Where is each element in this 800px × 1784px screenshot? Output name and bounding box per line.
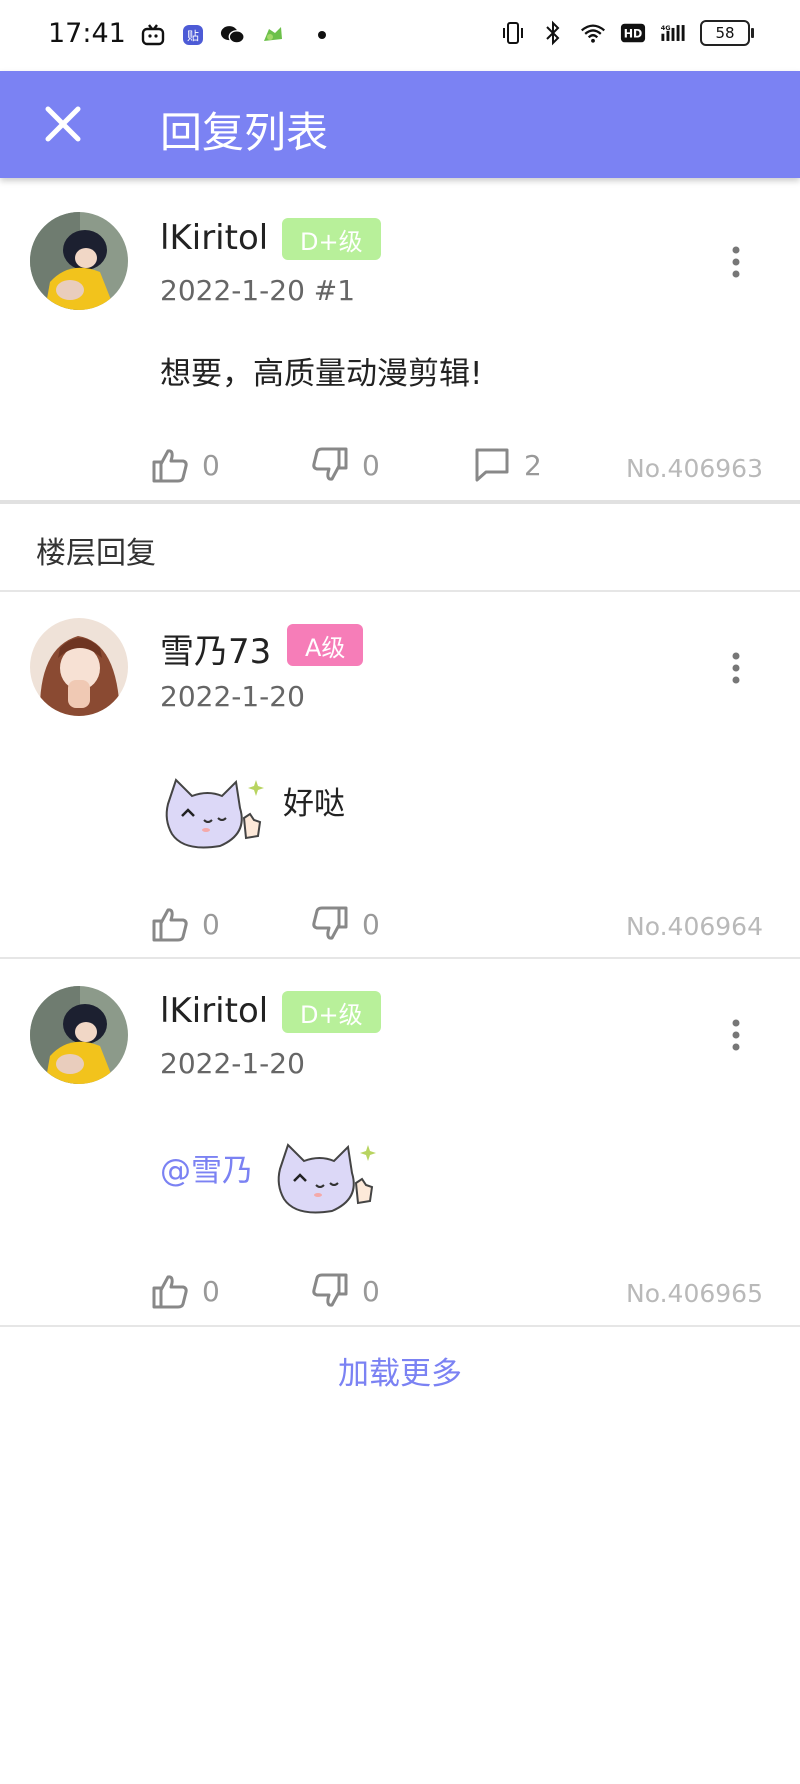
status-icons-right: HD 4G 58 [500,20,754,46]
dislike-count: 0 [362,907,380,941]
wifi-icon [580,20,606,46]
username[interactable]: 雪乃73 [160,624,271,673]
divider [0,1325,800,1327]
thumbs-down-icon [312,906,348,940]
comment-icon [475,448,509,482]
post-content: 想要，高质量动漫剪辑! [160,356,483,392]
tv-app-icon [140,22,166,48]
more-vertical-icon [732,652,740,684]
close-icon [45,106,81,142]
bluetooth-icon [540,20,566,46]
signal-4g-icon: 4G [660,20,686,46]
username[interactable]: lKiritol [160,991,268,1031]
post-number: No.406963 [626,454,763,483]
dislike-count: 0 [362,448,380,482]
battery-icon: 58 [700,20,754,46]
more-options-button[interactable] [720,648,752,688]
close-button[interactable] [40,101,86,147]
load-more-button[interactable]: 加载更多 [0,1348,800,1393]
more-vertical-icon [732,246,740,278]
status-time: 17:41 [48,18,126,49]
svg-text:贴: 贴 [187,29,199,43]
game-icon [260,22,286,48]
notification-dot [318,31,326,39]
like-count: 0 [202,448,220,482]
more-options-button[interactable] [720,1015,752,1055]
post-meta: 2022-1-20 [160,680,305,713]
post-meta: 2022-1-20 [160,1047,305,1080]
avatar[interactable] [30,986,128,1084]
username[interactable]: lKiritol [160,218,268,258]
dislike-button[interactable]: 0 [310,904,380,944]
level-badge: D+级 [282,991,381,1033]
reply-item: 雪乃73 A级 2022-1-20 好哒 0 0 No.406964 [0,592,800,956]
main-post: lKiritol D+级 2022-1-20 #1 想要，高质量动漫剪辑! 0 … [0,180,800,500]
dislike-button[interactable]: 0 [310,1271,380,1311]
hd-icon: HD [620,20,646,46]
like-button[interactable]: 0 [150,445,220,485]
mention-link[interactable]: @雪乃 [160,1145,253,1190]
post-content: 好哒 [283,786,345,822]
thumbs-up-icon [152,908,188,942]
dislike-button[interactable]: 0 [310,445,380,485]
page-title: 回复列表 [160,108,329,157]
level-badge: D+级 [282,218,381,260]
thumbs-down-icon [312,1273,348,1307]
tieba-icon: 贴 [180,22,206,48]
like-count: 0 [202,1274,220,1308]
comment-count: 2 [524,448,542,482]
more-vertical-icon [732,1019,740,1051]
section-title: 楼层回复 [36,536,156,571]
divider [0,500,800,504]
comment-button[interactable]: 2 [472,445,542,485]
app-bar: 回复列表 [0,71,800,178]
avatar[interactable] [30,618,128,716]
vibrate-icon [500,20,526,46]
post-number: No.406964 [626,912,763,941]
reply-item: lKiritol D+级 2022-1-20 @雪乃 0 0 No.406965 [0,959,800,1325]
level-badge: A级 [287,624,364,666]
like-count: 0 [202,907,220,941]
post-meta: 2022-1-20 #1 [160,274,356,307]
thumbs-up-icon [152,449,188,483]
more-options-button[interactable] [720,242,752,282]
status-icons-left: 贴 [140,22,326,48]
dislike-count: 0 [362,1274,380,1308]
cat-thumbs-up-sticker [272,1139,382,1223]
svg-text:HD: HD [624,28,643,41]
cat-thumbs-up-sticker [160,774,270,858]
post-number: No.406965 [626,1279,763,1308]
thumbs-up-icon [152,1275,188,1309]
avatar[interactable] [30,212,128,310]
like-button[interactable]: 0 [150,1271,220,1311]
thumbs-down-icon [312,447,348,481]
status-bar: 17:41 贴 HD 4G 58 [0,0,800,70]
wechat-icon [220,22,246,48]
like-button[interactable]: 0 [150,904,220,944]
